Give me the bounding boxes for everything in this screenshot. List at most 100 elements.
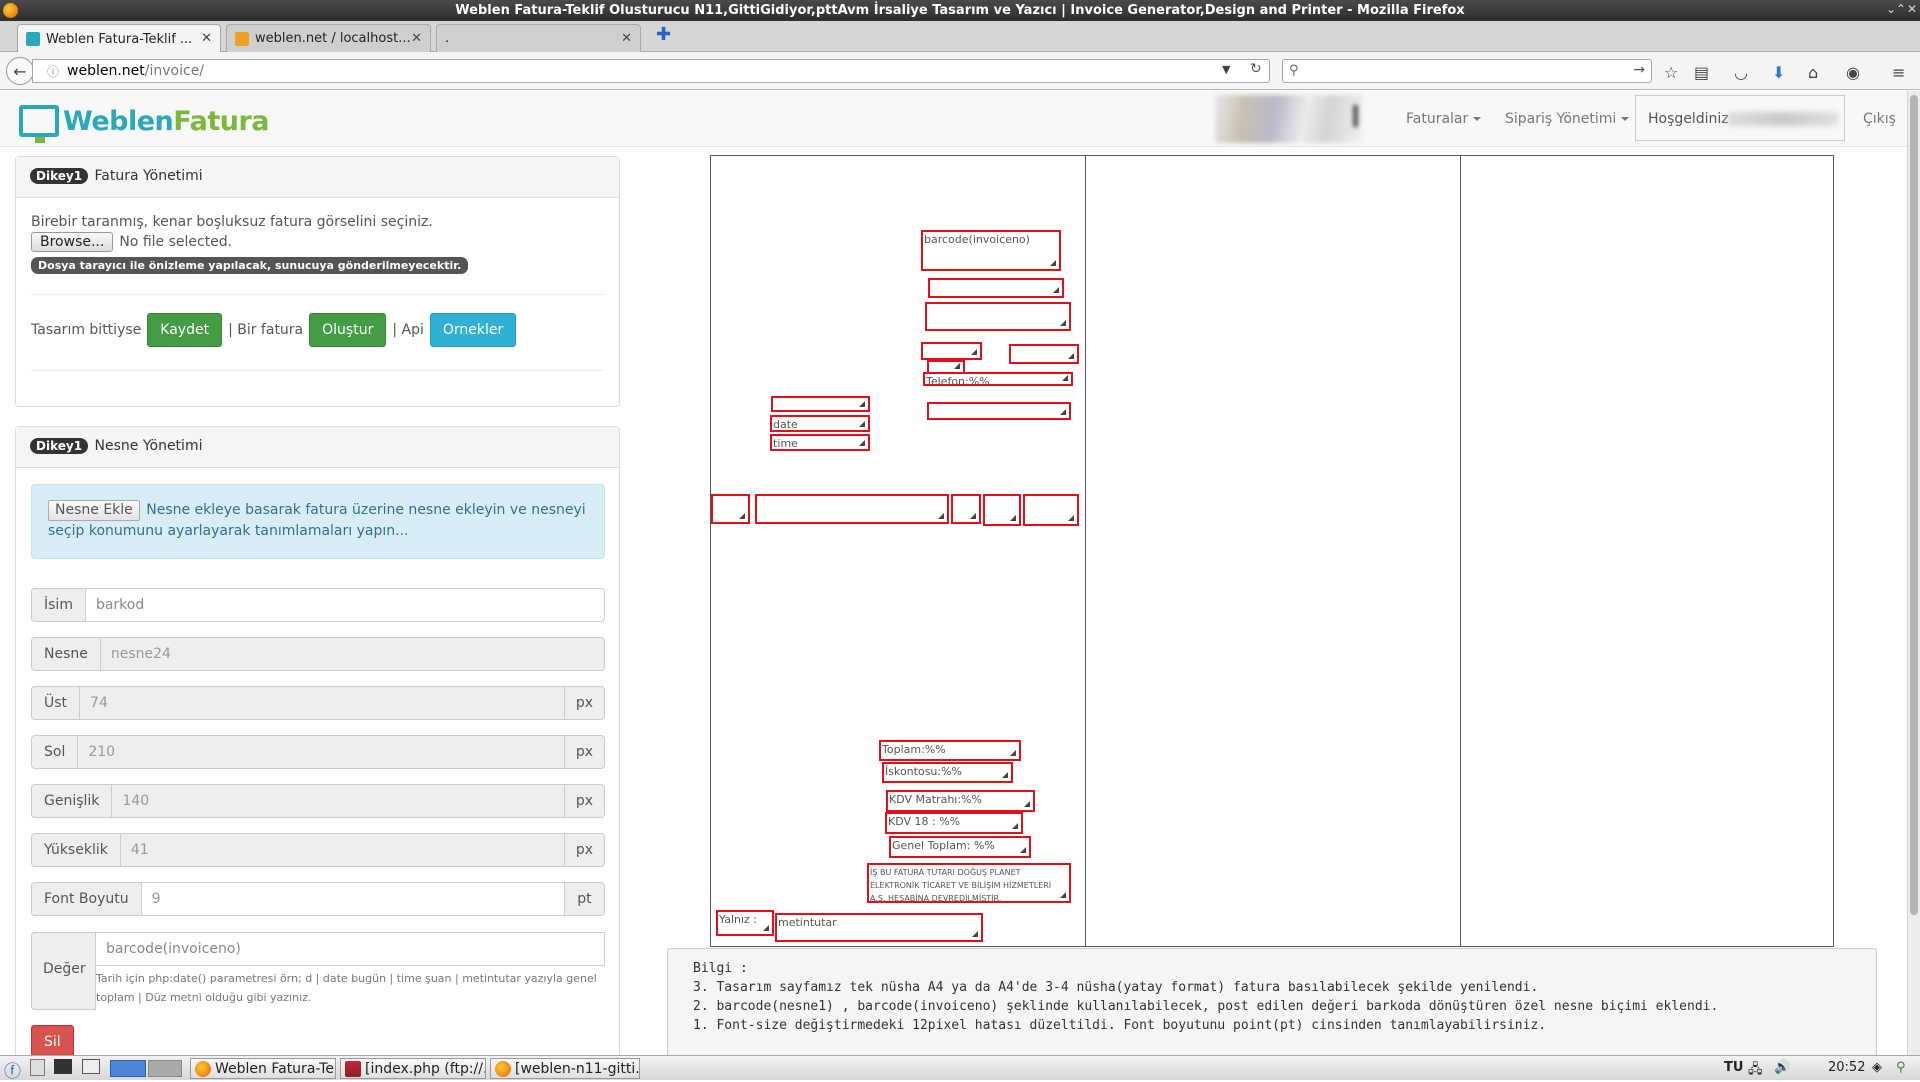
close-tab-icon[interactable]: ✕	[201, 31, 212, 46]
resize-handle-icon[interactable]	[1062, 375, 1068, 381]
deger-input[interactable]: barcode(invoiceno)	[96, 932, 605, 966]
font-boyutu-input[interactable]: 9	[141, 883, 564, 915]
design-object-barcode[interactable]: barcode(invoiceno)	[921, 230, 1061, 271]
bookmark-star-icon[interactable]: ☆	[1664, 63, 1678, 82]
reading-list-icon[interactable]: ▤	[1694, 63, 1709, 82]
back-button[interactable]: ←	[6, 57, 34, 85]
resize-handle-icon[interactable]	[1050, 260, 1056, 266]
workspace-1[interactable]	[110, 1060, 146, 1077]
weblenfatura-logo[interactable]: WeblenFatura	[19, 105, 269, 143]
menu-faturalar[interactable]: Faturalar	[1406, 111, 1482, 127]
home-icon[interactable]: ⌂	[1808, 63, 1818, 82]
new-tab-icon[interactable]: ✚	[656, 24, 671, 45]
tab-phpmyadmin[interactable]: weblen.net / localhost... ✕	[226, 24, 431, 52]
updates-icon[interactable]: ◈	[1872, 1060, 1882, 1075]
resize-handle-icon[interactable]	[1060, 320, 1066, 326]
design-object-telefon[interactable]: Telefon:%%	[923, 372, 1073, 386]
resize-handle-icon[interactable]	[1012, 823, 1018, 829]
design-object-date[interactable]: date	[770, 415, 870, 432]
network-icon[interactable]: 🖧	[1748, 1060, 1763, 1082]
browse-button[interactable]: Browse...	[31, 232, 114, 252]
resize-handle-icon[interactable]	[859, 401, 865, 407]
design-object[interactable]	[711, 494, 750, 524]
minimize-button[interactable]: ⌄	[1886, 2, 1896, 16]
resize-handle-icon[interactable]	[972, 931, 978, 937]
chat-icon[interactable]: ◉	[1846, 63, 1860, 82]
resize-handle-icon[interactable]	[1068, 515, 1074, 521]
file-manager-icon[interactable]	[30, 1059, 45, 1076]
design-object-iskonto[interactable]: İskontosu:%%	[882, 762, 1013, 783]
scrollbar-thumb[interactable]	[1910, 95, 1918, 915]
close-tab-icon[interactable]: ✕	[621, 31, 632, 46]
ust-input[interactable]: 74	[80, 687, 564, 719]
design-object-kdv18[interactable]: KDV 18 : %%	[885, 812, 1023, 834]
resize-handle-icon[interactable]	[1010, 750, 1016, 756]
create-button[interactable]: Oluştur	[309, 313, 387, 347]
clock[interactable]: 20:52	[1828, 1060, 1865, 1075]
sol-input[interactable]: 210	[78, 736, 564, 768]
terminal-icon[interactable]	[54, 1059, 72, 1074]
resize-handle-icon[interactable]	[970, 513, 976, 519]
design-object[interactable]	[927, 402, 1071, 420]
isim-input[interactable]: barkod	[85, 589, 604, 621]
resize-handle-icon[interactable]	[1002, 772, 1008, 778]
reload-icon[interactable]: ↻	[1250, 61, 1262, 77]
taskbar-item-filezilla[interactable]: [index.php (ftp://...	[340, 1058, 486, 1079]
keyboard-layout[interactable]: TU	[1724, 1060, 1743, 1075]
downloads-icon[interactable]: ⬇	[1772, 63, 1785, 82]
resize-handle-icon[interactable]	[763, 925, 769, 931]
design-object-toplam[interactable]: Toplam:%%	[879, 740, 1021, 761]
design-object[interactable]	[1009, 344, 1079, 364]
design-object-genel-toplam[interactable]: Genel Toplam: %%	[889, 836, 1031, 858]
design-object-time[interactable]: time	[770, 434, 870, 451]
file-input[interactable]: Browse... No file selected.	[31, 232, 232, 252]
menu-siparis-yonetimi[interactable]: Sipariş Yönetimi	[1505, 111, 1630, 127]
close-window-button[interactable]: ✕	[1907, 2, 1917, 16]
tab-weblen-fatura[interactable]: Weblen Fatura-Teklif ... ✕	[17, 24, 221, 53]
resize-handle-icon[interactable]	[971, 349, 977, 355]
design-object[interactable]	[755, 494, 949, 524]
maximize-button[interactable]: ⌃	[1896, 2, 1906, 16]
design-object[interactable]	[921, 342, 982, 360]
resize-handle-icon[interactable]	[1020, 847, 1026, 853]
nesne-ekle-button[interactable]: Nesne Ekle	[48, 500, 140, 521]
design-object[interactable]	[771, 396, 870, 412]
resize-handle-icon[interactable]	[1068, 353, 1074, 359]
resize-handle-icon[interactable]	[938, 513, 944, 519]
design-object-kdv-matrah[interactable]: KDV Matrahı:%%	[886, 790, 1035, 812]
workspace-2[interactable]	[148, 1060, 182, 1077]
resize-handle-icon[interactable]	[1060, 892, 1066, 898]
page-scrollbar[interactable]	[1907, 91, 1920, 1055]
resize-handle-icon[interactable]	[859, 440, 865, 446]
show-desktop-icon[interactable]	[82, 1059, 100, 1074]
logout-link[interactable]: Çıkış	[1863, 111, 1896, 127]
resize-handle-icon[interactable]	[954, 363, 960, 369]
invoice-design-canvas[interactable]: barcode(invoiceno) Telefon:%% date time …	[710, 155, 1834, 947]
resize-handle-icon[interactable]	[859, 421, 865, 427]
design-object[interactable]	[925, 302, 1071, 331]
design-object-yalniz[interactable]: Yalnız :	[716, 910, 774, 936]
resize-handle-icon[interactable]	[1024, 801, 1030, 807]
design-object[interactable]	[983, 494, 1021, 526]
tab-blank[interactable]: . ✕	[436, 24, 641, 52]
yukseklik-input[interactable]: 41	[120, 834, 564, 866]
search-go-icon[interactable]: →	[1633, 62, 1645, 78]
user-icon[interactable]: ⚲	[1896, 1060, 1906, 1075]
design-object[interactable]	[1023, 494, 1079, 526]
taskbar-item-firefox[interactable]: Weblen Fatura-Te...	[190, 1058, 336, 1079]
fedora-menu-icon[interactable]: ⓕ	[4, 1057, 21, 1082]
url-bar[interactable]: ⓘ weblen.net/invoice/	[32, 59, 1270, 83]
save-button[interactable]: Kaydet	[147, 313, 223, 347]
resize-handle-icon[interactable]	[1060, 409, 1066, 415]
page-info-icon[interactable]: ⓘ	[47, 63, 59, 80]
search-bar[interactable]: ⚲ →	[1282, 59, 1652, 83]
close-tab-icon[interactable]: ✕	[411, 31, 422, 46]
genislik-input[interactable]: 140	[112, 785, 564, 817]
design-object[interactable]	[928, 278, 1064, 298]
resize-handle-icon[interactable]	[1053, 287, 1059, 293]
welcome-user[interactable]: Hoşgeldiniz	[1635, 95, 1845, 141]
resize-handle-icon[interactable]	[739, 513, 745, 519]
volume-icon[interactable]: 🔊	[1774, 1060, 1790, 1075]
design-object[interactable]	[951, 494, 981, 524]
url-history-dropdown-icon[interactable]: ▼	[1222, 63, 1230, 76]
